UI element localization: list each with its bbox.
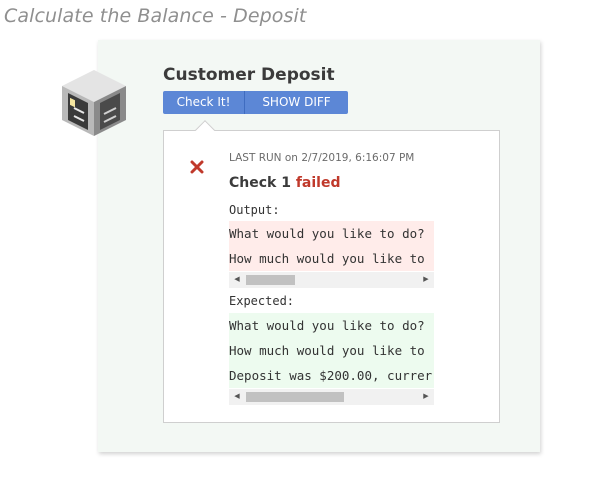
expected-horizontal-scrollbar[interactable]: ◀ ▶ xyxy=(229,389,434,405)
red-x-icon xyxy=(190,160,204,174)
cube-building-icon xyxy=(62,70,126,136)
last-run-time: 2/7/2019, 6:16:07 PM xyxy=(301,152,415,164)
show-diff-button[interactable]: SHOW DIFF xyxy=(245,91,348,114)
scrollbar-thumb[interactable] xyxy=(246,275,295,285)
output-code-area: What would you like to do? How much woul… xyxy=(229,221,434,271)
scroll-right-icon[interactable]: ▶ xyxy=(420,389,432,405)
scroll-left-icon[interactable]: ◀ xyxy=(231,389,243,405)
expected-line: Deposit was $200.00, currer xyxy=(229,363,434,388)
last-run-label: LAST RUN xyxy=(229,152,282,164)
action-button-group: Check It! SHOW DIFF xyxy=(163,91,348,114)
expected-label: Expected: xyxy=(229,294,295,308)
output-line: What would you like to do? xyxy=(229,221,434,246)
check-result-heading: Check 1 failed xyxy=(229,175,341,191)
last-run-on: on xyxy=(284,152,298,164)
scroll-left-icon[interactable]: ◀ xyxy=(231,272,243,288)
expected-code-area: What would you like to do? How much woul… xyxy=(229,313,434,388)
expected-line: What would you like to do? xyxy=(229,313,434,338)
check-it-button[interactable]: Check It! xyxy=(163,91,245,114)
scrollbar-thumb[interactable] xyxy=(246,392,344,402)
expected-line: How much would you like to xyxy=(229,338,434,363)
card-title: Customer Deposit xyxy=(163,65,335,85)
page-title: Calculate the Balance - Deposit xyxy=(4,5,307,27)
check-label: Check 1 xyxy=(229,175,291,191)
scroll-right-icon[interactable]: ▶ xyxy=(420,272,432,288)
last-run-timestamp: LAST RUN on 2/7/2019, 6:16:07 PM xyxy=(229,152,414,164)
output-horizontal-scrollbar[interactable]: ◀ ▶ xyxy=(229,272,434,288)
output-line: How much would you like to xyxy=(229,246,434,271)
output-label: Output: xyxy=(229,203,280,217)
check-status: failed xyxy=(295,175,341,191)
